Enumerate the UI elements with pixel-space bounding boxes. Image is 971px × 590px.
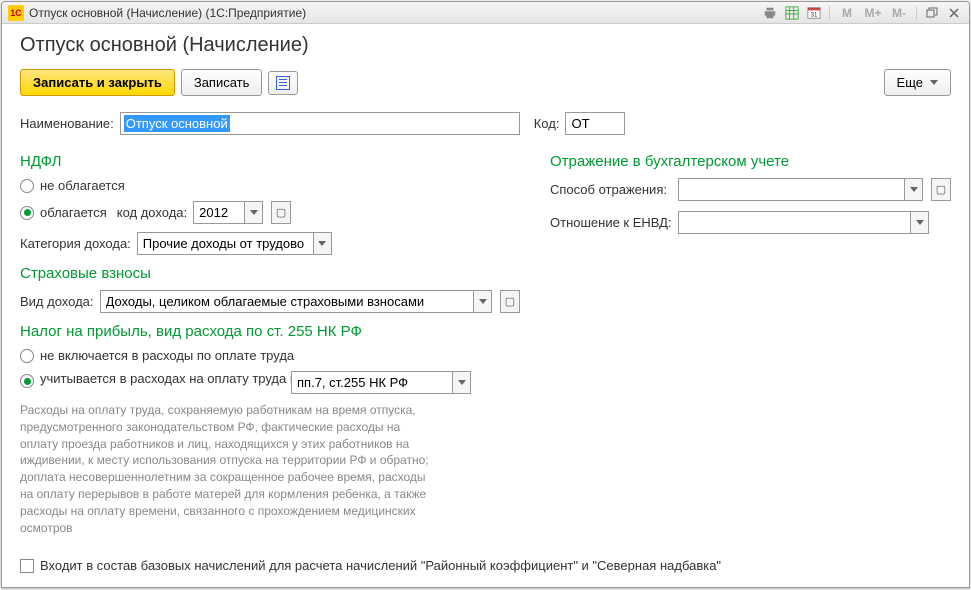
base-calc-checkbox[interactable] [20,559,34,573]
income-kind-open-button[interactable]: ▢ [500,290,520,313]
window: 1С Отпуск основной (Начисление) (1С:Пред… [1,1,970,588]
income-kind-combo[interactable] [100,290,492,313]
not-included-label: не включается в расходы по оплате труда [40,348,294,363]
list-button[interactable] [268,71,298,95]
save-button[interactable]: Записать [181,69,263,96]
income-code-dropdown[interactable] [244,202,262,223]
income-code-label: код дохода: [117,205,187,220]
m-button[interactable]: M [836,5,858,21]
restore-icon[interactable] [923,5,941,21]
income-kind-dropdown[interactable] [473,291,491,312]
footer: Входит в состав базовых начислений для р… [20,558,721,573]
page-title: Отпуск основной (Начисление) [20,34,951,57]
calendar-icon[interactable]: 31 [805,5,823,21]
income-kind-label: Вид дохода: [20,294,94,309]
article-dropdown[interactable] [452,372,470,393]
name-input[interactable]: Отпуск основной [120,112,520,135]
code-input[interactable] [565,112,625,135]
base-calc-label: Входит в состав базовых начислений для р… [40,558,721,573]
method-open-button[interactable]: ▢ [931,178,951,201]
print-icon[interactable] [761,5,779,21]
income-code-combo[interactable] [193,201,263,224]
ndfl-not-taxed-radio[interactable] [20,179,34,193]
profit-tax-title: Налог на прибыль, вид расхода по ст. 255… [20,323,520,340]
method-input[interactable] [679,179,904,200]
envd-dropdown[interactable] [910,212,928,233]
method-dropdown[interactable] [904,179,922,200]
income-code-input[interactable] [194,202,244,223]
method-combo[interactable] [678,178,923,201]
chevron-down-icon [930,80,938,85]
ndfl-title: НДФЛ [20,153,520,170]
window-title: Отпуск основной (Начисление) (1С:Предпри… [29,6,761,20]
grid-icon[interactable] [783,5,801,21]
ndfl-taxed-radio[interactable] [20,206,34,220]
included-label: учитывается в расходах на оплату труда п… [40,371,285,386]
not-included-radio[interactable] [20,349,34,363]
profit-tax-description: Расходы на оплату труда, сохраняемую раб… [20,402,430,536]
more-button[interactable]: Еще [884,69,951,96]
included-radio[interactable] [20,374,34,388]
article-input[interactable] [292,372,452,393]
list-icon [276,76,290,90]
envd-input[interactable] [679,212,910,233]
category-input[interactable] [138,233,313,254]
ndfl-taxed-label: облагается [40,205,107,220]
m-plus-button[interactable]: M+ [862,5,884,21]
insurance-title: Страховые взносы [20,265,520,282]
article-combo[interactable] [291,371,471,394]
envd-combo[interactable] [678,211,929,234]
ndfl-not-taxed-label: не облагается [40,178,125,193]
category-dropdown[interactable] [313,233,331,254]
category-combo[interactable] [137,232,332,255]
code-label: Код: [534,116,560,131]
toolbar: Записать и закрыть Записать Еще [20,69,951,96]
save-close-button[interactable]: Записать и закрыть [20,69,175,96]
app-logo-icon: 1С [8,5,24,21]
name-label: Наименование: [20,116,114,131]
close-icon[interactable] [945,5,963,21]
envd-label: Отношение к ЕНВД: [550,215,672,230]
income-code-open-button[interactable]: ▢ [271,201,291,224]
title-bar: 1С Отпуск основной (Начисление) (1С:Пред… [2,2,969,24]
accounting-title: Отражение в бухгалтерском учете [550,153,951,170]
m-minus-button[interactable]: M- [888,5,910,21]
category-label: Категория дохода: [20,236,131,251]
method-label: Способ отражения: [550,182,672,197]
svg-text:31: 31 [811,11,818,18]
income-kind-input[interactable] [101,291,473,312]
